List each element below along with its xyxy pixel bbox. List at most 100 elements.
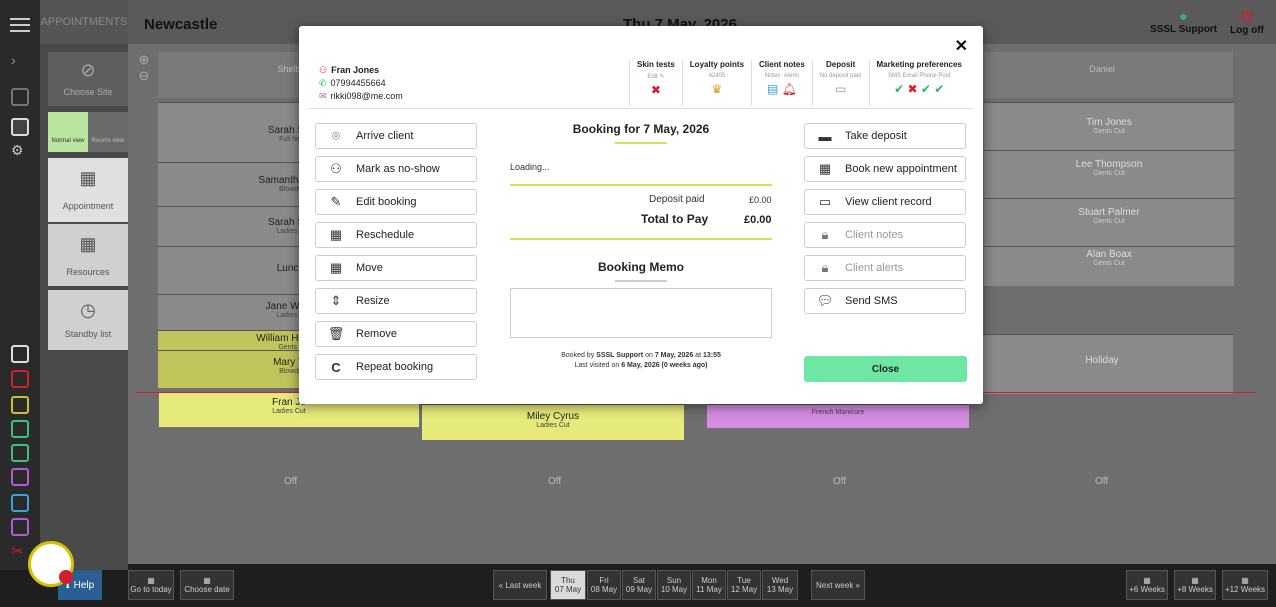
appointment-block[interactable]: Lee Thompson Gents Cut <box>984 150 1234 198</box>
logoff-button[interactable]: ⏻ Log off <box>1230 8 1264 36</box>
zoom-in-icon[interactable]: ⊕ <box>132 52 156 68</box>
rooms-view-button[interactable]: Rooms view <box>88 112 128 152</box>
contacts-icon[interactable] <box>11 118 29 136</box>
chat-icon[interactable] <box>11 468 29 486</box>
zoom-controls: ⊕ ⊖ <box>132 52 156 98</box>
calendar-red-icon[interactable] <box>11 370 29 388</box>
client-notes-button[interactable]: 🔒︎ Client notes <box>804 222 966 248</box>
client-name[interactable]: Fran Jones <box>331 64 379 77</box>
staff-column-header: Daniel <box>971 52 1233 98</box>
take-deposit-button[interactable]: ▬ Take deposit <box>804 123 966 149</box>
mark-no-show-button[interactable]: ⚇ Mark as no-show <box>315 156 477 182</box>
client-summary-columns: Skin tests Edit ✎ ✖ Loyalty points 42405… <box>629 60 969 106</box>
standby-list-tile[interactable]: ◷ Standby list <box>48 290 128 350</box>
chart-icon[interactable] <box>11 444 29 462</box>
go-to-today-button[interactable]: ▦ Go to today <box>128 570 174 600</box>
location-pin-icon: ⌾ <box>332 128 340 143</box>
trash-icon: 🗑︎ <box>327 326 345 341</box>
booking-title: Booking for 7 May, 2026 <box>572 122 710 136</box>
choose-site-label: Choose Site <box>63 87 113 97</box>
divider-line <box>510 184 772 186</box>
appointment-block[interactable]: Mary T Blowdry <box>158 350 308 388</box>
help-chat-widget[interactable] <box>28 541 74 587</box>
edit-booking-button[interactable]: ✎ Edit booking <box>315 189 477 215</box>
bottom-bar: ℹ Help ▦ Go to today ▦ Choose date « Last w… <box>0 570 1276 607</box>
check-icon: ✔ <box>894 82 905 96</box>
lock-icon: 🔒︎ <box>821 227 829 242</box>
cross-icon: ✖ <box>650 83 661 97</box>
power-icon: ⏻ <box>1241 8 1253 24</box>
send-sms-button[interactable]: 💬︎ Send SMS <box>804 288 966 314</box>
booking-modal: ✕ ⚇ Fran Jones ✆ 07994455664 ✉ rikki098@me.… <box>299 26 983 404</box>
zoom-out-icon[interactable]: ⊖ <box>132 68 156 84</box>
choose-date-button[interactable]: ▦ Choose date <box>180 570 234 600</box>
client-phone[interactable]: 07994455664 <box>331 77 386 90</box>
appointment-block[interactable]: Alan Boax Gents Cut <box>984 246 1234 286</box>
chevron-right-icon[interactable]: › <box>11 52 29 70</box>
grid-icon[interactable] <box>11 396 29 414</box>
view-client-record-button[interactable]: ▭ View client record <box>804 189 966 215</box>
save-icon[interactable] <box>11 494 29 512</box>
remove-button[interactable]: 🗑︎ Remove <box>315 321 477 347</box>
day-tab-tue[interactable]: Tue 12 May <box>727 570 761 600</box>
plus-6-weeks-button[interactable]: ▦ +6 Weeks <box>1126 570 1168 600</box>
skin-tests-column: Skin tests Edit ✎ ✖ <box>629 60 682 106</box>
reschedule-button[interactable]: ▦ Reschedule <box>315 222 477 248</box>
appointment-block[interactable]: French Manicure <box>707 404 969 428</box>
check-circle-icon: ⊘ <box>80 60 96 80</box>
pencil-icon: ✎ <box>659 74 665 80</box>
alert-bell-icon[interactable]: 🔔︎ <box>782 82 797 96</box>
plus-12-weeks-button[interactable]: ▦ +12 Weeks <box>1222 570 1268 600</box>
normal-view-button[interactable]: Normal view <box>48 112 88 152</box>
book-new-appointment-button[interactable]: ▦ Book new appointment <box>804 156 966 182</box>
appointment-block[interactable]: Sarah S Full hea <box>158 102 308 162</box>
arrive-client-button[interactable]: ⌾ Arrive client <box>315 123 477 149</box>
move-button[interactable]: ▦ Move <box>315 255 477 281</box>
choose-site-tile[interactable]: ⊘ Choose Site <box>48 52 128 106</box>
booking-memo-input[interactable] <box>510 288 772 338</box>
client-email[interactable]: rikki098@me.com <box>331 90 403 103</box>
off-label: Off <box>1095 476 1109 487</box>
plus-8-weeks-button[interactable]: ▦ +8 Weeks <box>1174 570 1216 600</box>
appointment-block[interactable]: Tim Jones Gents Cut <box>984 102 1234 150</box>
support-button[interactable]: ● SSSL Support <box>1150 8 1217 35</box>
close-button[interactable]: Close <box>804 356 967 382</box>
bag-icon[interactable] <box>11 420 29 438</box>
day-tab-sat[interactable]: Sat 09 May <box>622 570 656 600</box>
skin-test-edit[interactable]: Edit ✎ <box>637 73 675 80</box>
appointment-label: Appointment <box>62 201 114 211</box>
calendar-icon: ▦ <box>1143 576 1151 585</box>
appointment-block[interactable]: Miley Cyrus Ladies Cut <box>422 404 684 440</box>
notes-icon[interactable]: ▤ <box>767 82 778 96</box>
close-icon[interactable]: ✕ <box>955 36 968 56</box>
hamburger-menu-icon[interactable] <box>10 18 30 36</box>
appointment-block[interactable]: Lunch <box>158 246 308 294</box>
calendar-icon[interactable] <box>11 88 29 106</box>
last-week-button[interactable]: « Last week <box>493 570 547 600</box>
resources-tile[interactable]: ▦ Resources <box>48 224 128 286</box>
appointment-block[interactable]: William Hu Gents C <box>158 330 308 351</box>
day-tab-mon[interactable]: Mon 11 May <box>692 570 726 600</box>
day-tab-wed[interactable]: Wed 13 May <box>762 570 798 600</box>
appointment-block[interactable]: Samantha Blowdry <box>158 162 308 206</box>
client-alerts-button[interactable]: 🔒︎ Client alerts <box>804 255 966 281</box>
calendar-icon: ▦ <box>818 161 832 176</box>
off-label: Off <box>833 476 847 487</box>
appointment-tile[interactable]: ▦ Appointment <box>48 158 128 222</box>
scissors-icon[interactable]: ✂ <box>11 542 29 560</box>
edit-icon: ✎ <box>330 194 342 209</box>
resize-button[interactable]: ⇕ Resize <box>315 288 477 314</box>
day-tab-sun[interactable]: Sun 10 May <box>657 570 691 600</box>
appointment-block[interactable]: Stuart Palmer Gents Cut <box>984 198 1234 246</box>
next-week-button[interactable]: Next week » <box>811 570 865 600</box>
gear-icon[interactable]: ⚙ <box>11 142 29 160</box>
day-tab-fri[interactable]: Fri 08 May <box>587 570 621 600</box>
appointment-block[interactable]: Jane Wil Ladies C <box>158 294 308 330</box>
appointment-block[interactable]: Sarah S Ladies C <box>158 206 308 246</box>
client-notes-column: Client notes Notes Alerts ▤ 🔔︎ <box>751 60 812 106</box>
document-icon[interactable] <box>11 518 29 536</box>
calendar-icon[interactable] <box>11 345 29 363</box>
day-tab-thu[interactable]: Thu 07 May <box>550 570 586 600</box>
deposit-paid-value: £0.00 <box>749 195 772 205</box>
repeat-booking-button[interactable]: C Repeat booking <box>315 354 477 380</box>
